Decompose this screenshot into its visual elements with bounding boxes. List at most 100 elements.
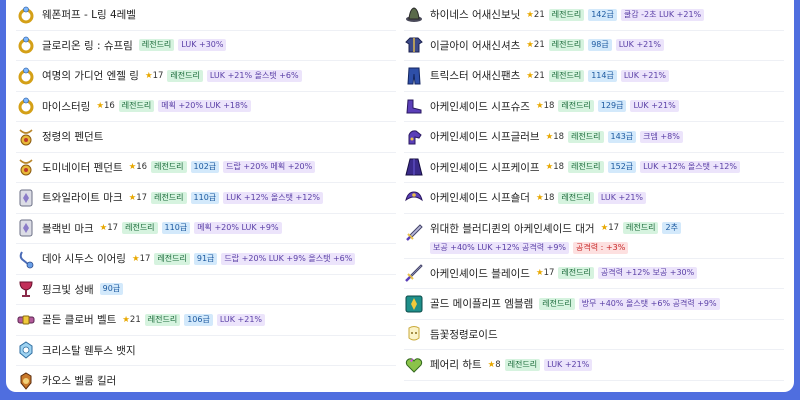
star-icon: ★ [526,70,534,81]
equipment-item[interactable]: 마이스터링 ★16 레전드리 메획 +20% LUK +18% [16,92,396,122]
item-info: 마이스터링 ★16 레전드리 메획 +20% LUK +18% [42,99,251,114]
hat-icon [406,7,422,22]
pants-icon [407,67,421,85]
star-count: 16 [103,101,115,112]
equipment-item[interactable]: 카오스 벨룸 킬러 [16,366,396,392]
star-icon: ★ [535,192,544,203]
pendant-icon [19,159,33,176]
equipment-item[interactable]: 아케인셰이드 시프슈즈 ★18 레전드리 129급 LUK +21% [404,92,784,122]
equipment-item[interactable]: 핑크빛 성배 90급 [16,275,396,305]
potential-grade-badge: 레전드리 [548,69,585,82]
item-name: 크리스탈 웬투스 뱃지 [42,344,136,357]
potential-stat-badge: LUK +21% [615,39,664,52]
ring-icon [18,6,34,24]
star-count: 17 [139,253,151,264]
item-info: 트릭스터 어새신팬츠 ★21 레전드리 114급 LUK +21% [430,68,670,83]
ring-icon [18,36,34,54]
equipment-item[interactable]: 도미네이터 펜던트 ★16 레전드리 102급 드랍 +20% 메획 +20% [16,153,396,183]
additional-grade-badge: 114급 [588,69,617,82]
equipment-item[interactable]: 크리스탈 웬투스 뱃지 [16,336,396,366]
star-force-badge: ★21 [122,314,140,326]
item-info: 크리스탈 웬투스 뱃지 [42,343,138,358]
equipment-item[interactable]: 위대한 블러디퀸의 아케인셰이드 대거 ★17 레전드리 2추 보공 +40% LUK … [404,214,784,259]
star-icon: ★ [131,253,140,264]
potential-grade-badge: 레전드리 [539,297,575,310]
item-info: 글로리온 링 : 슈프림 레전드리 LUK +30% [42,38,227,53]
star-count: 16 [136,162,148,173]
medal-icon [20,372,32,390]
potential-stat-badge: 메획 +20% LUK +18% [158,100,251,113]
equipment-panel: 웨폰퍼프 - L링 4레벨글로리온 링 : 슈프림 레전드리 LUK +30% 여명의… [6,0,794,392]
item-name: 페어리 하트 [430,359,482,372]
additional-grade-badge: 102급 [190,161,220,174]
potential-stat-badge: 크뎀 +8% [640,130,683,143]
shoulder-icon [405,191,423,201]
equipment-item[interactable]: 이글아이 어새신셔츠 ★21 레전드리 98급 LUK +21% [404,31,784,61]
item-name: 블랙빈 마크 [42,222,94,235]
potential-grade-badge: 레전드리 [558,267,594,280]
equipment-item[interactable]: 골드 메이플리프 엠블렘 레전드리 방무 +40% 올스탯 +6% 공격력 +9% [404,289,784,320]
equipment-item[interactable]: 트릭스터 어새신팬츠 ★21 레전드리 114급 LUK +21% [404,61,784,92]
glove-icon [408,130,422,145]
dagger-icon [406,223,423,241]
item-info: 듬꽃정령로이드 [430,327,500,342]
equipment-item[interactable]: 여명의 가디언 엔젤 링 ★17 레전드리 LUK +21% 올스탯 +6% [16,61,396,92]
star-count: 21 [533,40,545,51]
equipment-column-left: 웨폰퍼프 - L링 4레벨글로리온 링 : 슈프림 레전드리 LUK +30% 여명의… [16,0,396,392]
item-name: 아케인셰이드 시프숄더 [430,192,530,205]
equipment-item[interactable]: 아케인셰이드 시프글러브 ★18 레전드리 143급 크뎀 +8% [404,122,784,153]
additional-grade-badge: 91급 [193,252,218,265]
equipment-item[interactable]: 데아 시두스 이어링 ★17 레전드리 91급 드랍 +20% LUK +9% 올스탯 … [16,244,396,275]
item-info: 웨폰퍼프 - L링 4레벨 [42,7,138,22]
equipment-item[interactable]: 트와일라이트 마크 ★17 레전드리 110급 LUK +12% 올스탯 +12% [16,183,396,214]
potential-grade-badge: 레전드리 [151,161,187,174]
emblem-icon [405,295,423,313]
additional-grade-badge: 129급 [597,100,627,113]
item-info: 페어리 하트 ★8 레전드리 LUK +21% [430,357,593,372]
star-force-badge: ★16 [129,161,147,173]
star-count: 18 [543,101,555,112]
equipment-item[interactable]: 아케인셰이드 시프숄더 ★18 레전드리 LUK +21% [404,183,784,214]
equipment-item[interactable]: 정령의 펜던트 [16,122,396,153]
additional-grade-badge: 98급 [588,39,612,52]
potential-stat-badge: LUK +21% [216,313,266,326]
equipment-item[interactable]: 듬꽃정령로이드 [404,320,784,350]
cape-icon [405,158,423,176]
item-name: 아케인셰이드 블레이드 [430,267,530,280]
equipment-item[interactable]: 아케인셰이드 블레이드 ★17 레전드리 공격력 +12% 보공 +30% [404,259,784,289]
potential-stat-badge: LUK +21% [630,100,679,113]
equipment-item[interactable]: 글로리온 링 : 슈프림 레전드리 LUK +30% [16,31,396,61]
equipment-item[interactable]: 골든 클로버 벨트 ★21 레전드리 106급 LUK +21% [16,305,396,336]
equipment-item[interactable]: 웨폰퍼프 - L링 4레벨 [16,0,396,31]
warning-stat-badge: 공격력 : +3% [573,241,629,254]
star-force-badge: ★21 [526,9,544,21]
star-icon: ★ [526,9,534,20]
potential-grade-badge: 레전드리 [568,130,604,143]
item-info: 아케인셰이드 시프숄더 ★18 레전드리 LUK +21% [430,190,647,205]
potential-stat-badge: 드랍 +20% 메획 +20% [223,161,316,174]
potential-stat-badge: 공격력 +12% 보공 +30% [597,267,698,280]
potential-stat-badge: LUK +21% [620,69,670,82]
item-info: 아케인셰이드 시프슈즈 ★18 레전드리 129급 LUK +21% [430,99,679,114]
potential-grade-badge: 레전드리 [151,191,187,204]
potential-stat-badge: LUK +12% 올스탯 +12% [223,191,324,204]
potential-grade-badge: 레전드리 [558,100,594,113]
item-name: 듬꽃정령로이드 [430,328,498,341]
equipment-item[interactable]: 페어리 하트 ★8 레전드리 LUK +21% [404,350,784,381]
equipment-item[interactable]: 블랙빈 마크 ★17 레전드리 110급 메획 +20% LUK +9% [16,214,396,244]
item-info: 카오스 벨룸 킬러 [42,373,118,388]
additional-grade-badge: 110급 [161,222,191,235]
star-count: 17 [107,223,119,234]
item-name: 마이스터링 [42,100,91,113]
item-info: 아케인셰이드 블레이드 ★17 레전드리 공격력 +12% 보공 +30% [430,266,698,281]
belt-icon [17,315,35,325]
equipment-item[interactable]: 아케인셰이드 시프케이프 ★18 레전드리 152급 LUK +12% 올스탯 +12% [404,153,784,183]
item-info: 여명의 가디언 엔젤 링 ★17 레전드리 LUK +21% 올스탯 +6% [42,68,302,83]
item-name: 트와일라이트 마크 [42,192,123,205]
star-count: 17 [152,70,164,81]
equipment-item[interactable]: 하이네스 어새신보닛 ★21 레전드리 142급 쿨감 -2초 LUK +21% [404,0,784,31]
item-info: 골드 메이플리프 엠블렘 레전드리 방무 +40% 올스탯 +6% 공격력 +9% [430,296,720,311]
item-info: 위대한 블러디퀸의 아케인셰이드 대거 ★17 레전드리 2추 보공 +40% LUK … [430,221,784,254]
potential-stat-badge: LUK +21% 올스탯 +6% [206,69,302,82]
potential-stat-badge: 방무 +40% 올스탯 +6% 공격력 +9% [578,297,720,310]
